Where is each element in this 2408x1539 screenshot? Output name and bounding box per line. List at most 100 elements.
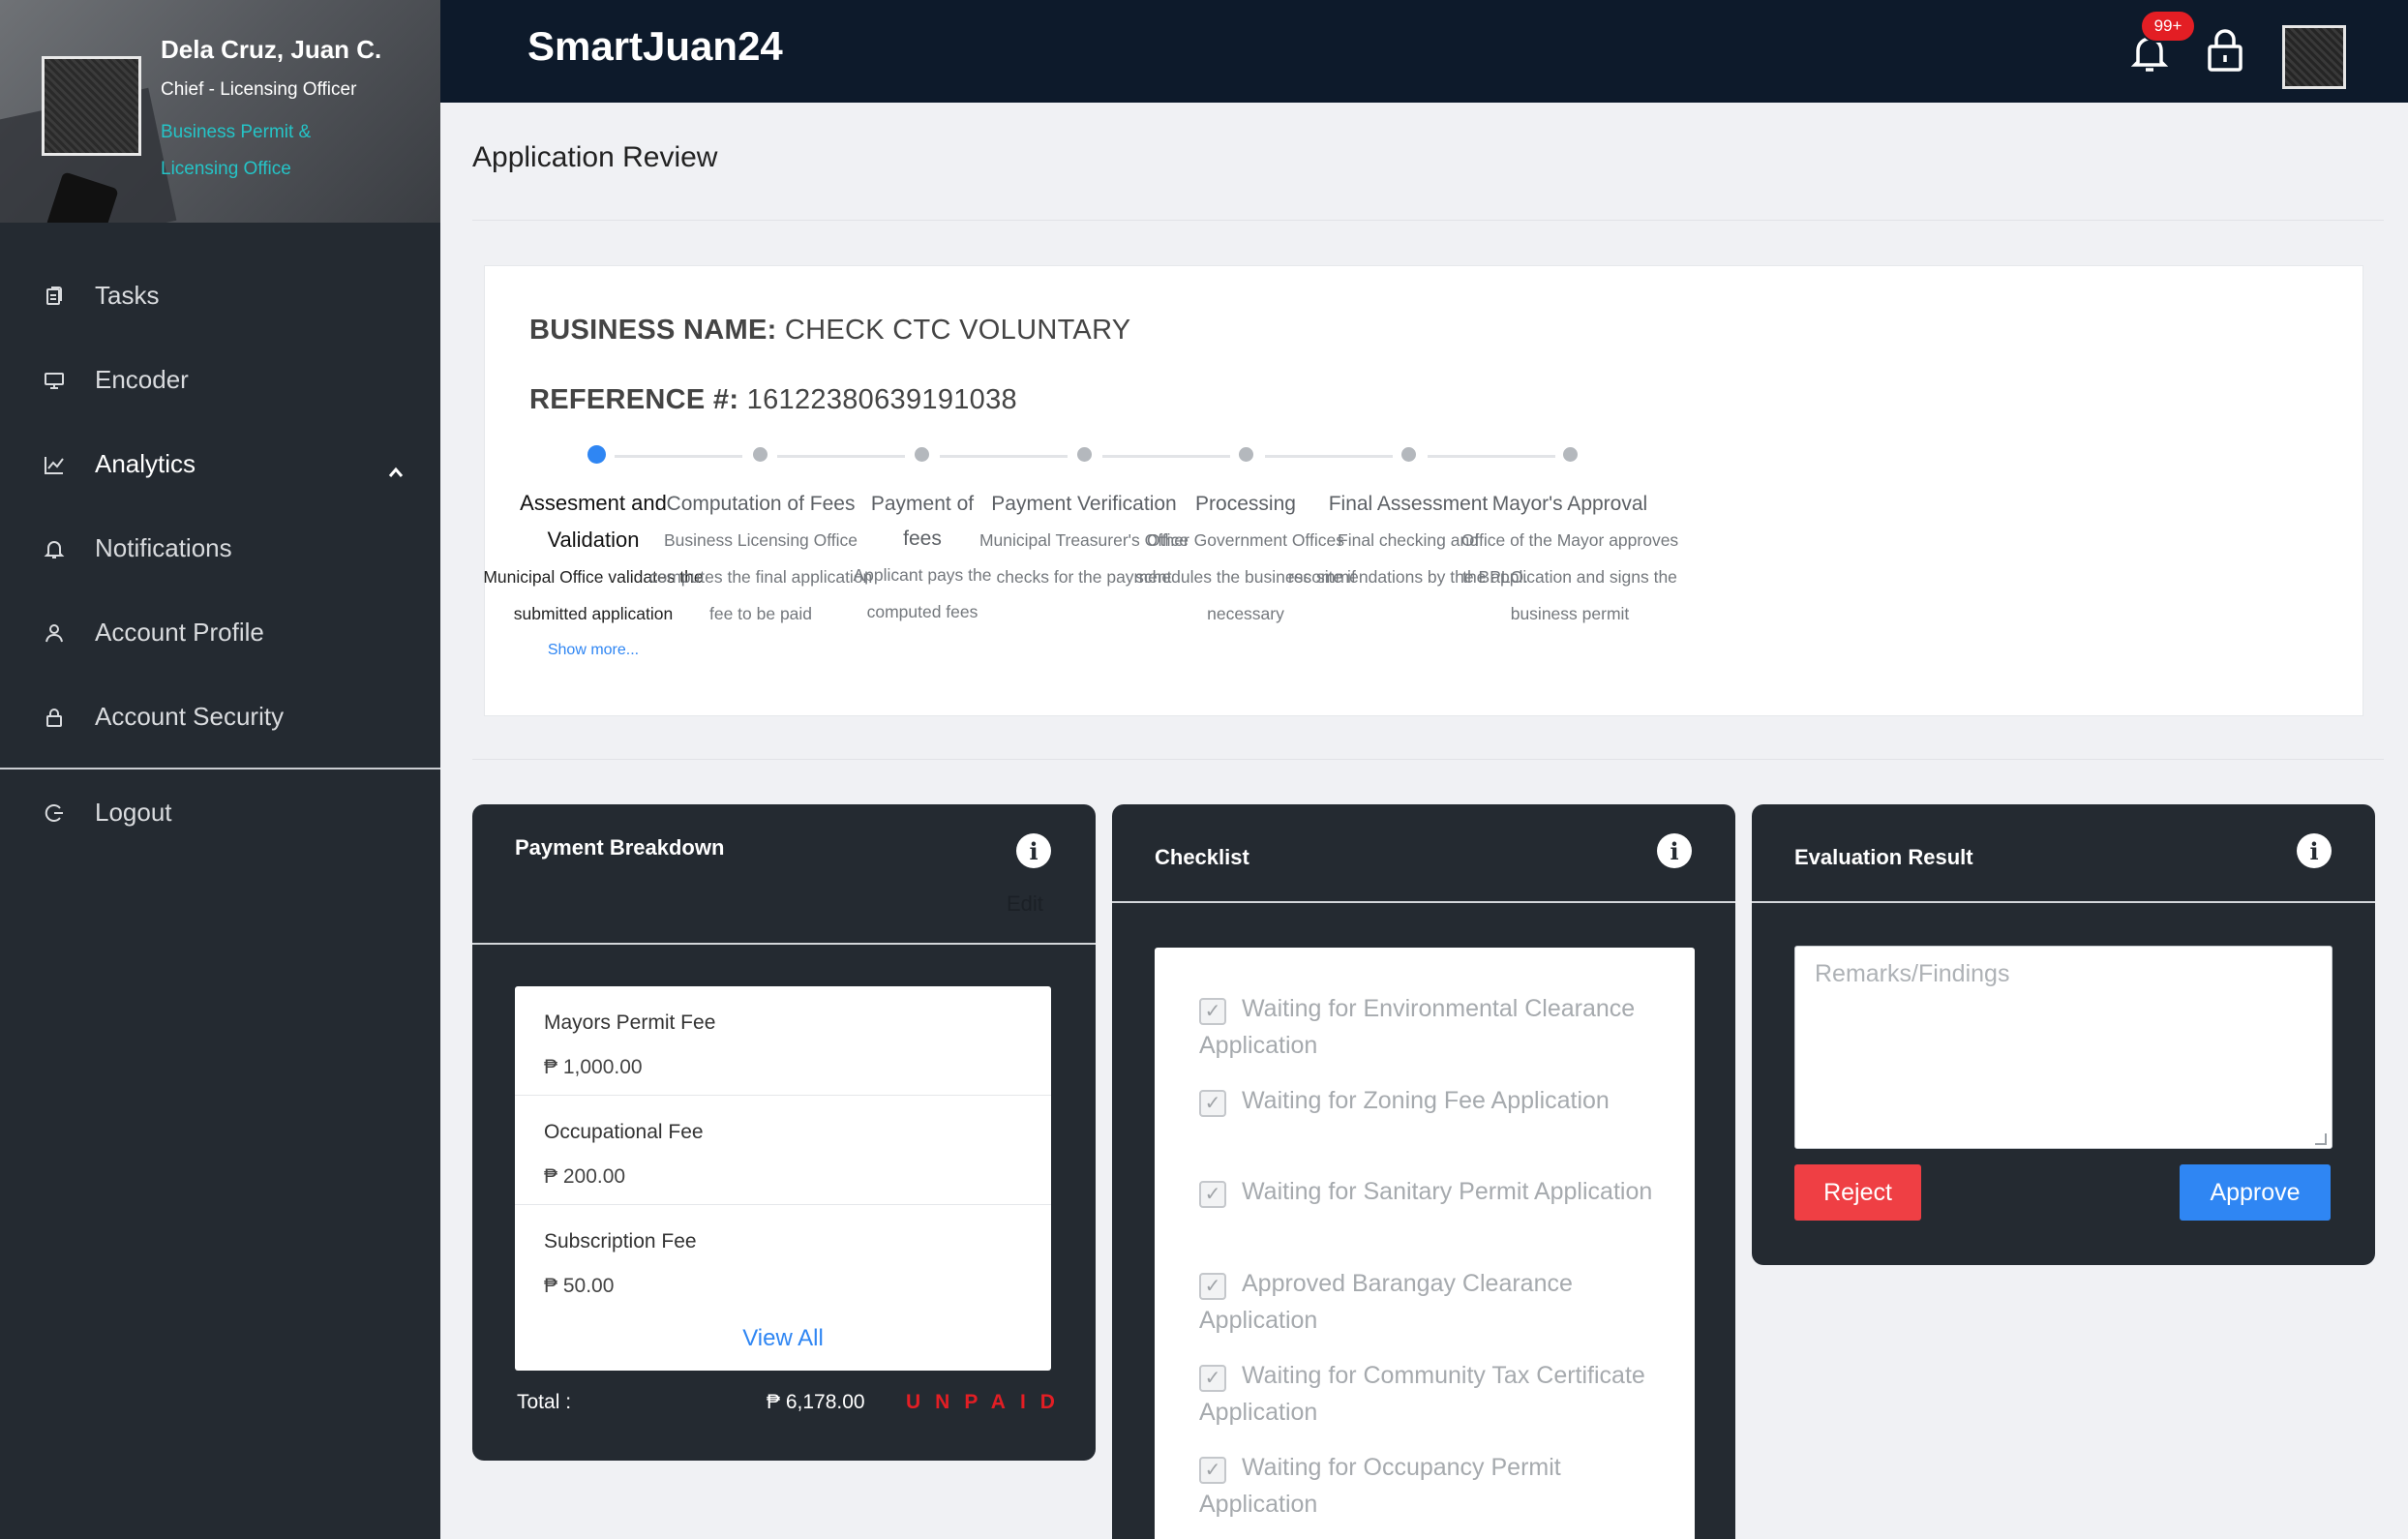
sidebar-item-encoder[interactable]: Encoder xyxy=(0,338,440,422)
checklist-item[interactable]: ✓ Approved Barangay Clearance Applicatio… xyxy=(1199,1265,1664,1339)
checkbox-checked-icon[interactable]: ✓ xyxy=(1199,998,1226,1025)
checkbox-checked-icon[interactable]: ✓ xyxy=(1199,1457,1226,1484)
sidebar-item-tasks[interactable]: Tasks xyxy=(0,254,440,338)
reference-label: REFERENCE #: xyxy=(529,384,739,415)
step-dot-4[interactable] xyxy=(1077,447,1092,462)
divider xyxy=(472,220,2384,221)
step-dot-1[interactable] xyxy=(587,445,606,464)
user-icon xyxy=(43,621,66,645)
fee-amount: ₱ 50.00 xyxy=(544,1275,615,1297)
logout-icon xyxy=(43,801,66,825)
line-chart-icon xyxy=(43,453,66,476)
fee-item: Subscription Fee ₱ 50.00 xyxy=(515,1205,1051,1314)
stepper-line xyxy=(1265,455,1393,458)
sidebar-nav: Tasks Encoder Analytics Notifications Ac… xyxy=(0,254,440,759)
edit-link[interactable]: Edit xyxy=(1007,891,1043,917)
sidebar-item-label: Account Profile xyxy=(95,618,264,647)
divider xyxy=(472,759,2384,760)
page-title: Application Review xyxy=(472,141,718,173)
sidebar-item-logout[interactable]: Logout xyxy=(0,770,440,855)
panel-divider xyxy=(1112,901,1735,903)
sidebar-item-analytics[interactable]: Analytics xyxy=(0,422,440,506)
total-label: Total : xyxy=(517,1391,572,1413)
sidebar-item-label: Logout xyxy=(95,798,172,827)
business-name: BUSINESS NAME: CHECK CTC VOLUNTARY xyxy=(529,315,1130,347)
remarks-textarea[interactable] xyxy=(1794,946,2333,1149)
checklist-item-label: Waiting for Sanitary Permit Application xyxy=(1242,1178,1653,1205)
checklist-item-label: Waiting for Zoning Fee Application xyxy=(1242,1087,1610,1114)
fee-name: Mayors Permit Fee xyxy=(544,1011,716,1034)
panel-title: Payment Breakdown xyxy=(515,835,725,860)
checkbox-checked-icon[interactable]: ✓ xyxy=(1199,1273,1226,1300)
step-mayors-approval: Mayor's Approval Office of the Mayor app… xyxy=(1449,487,1691,632)
profile-office-line2: Licensing Office xyxy=(161,159,291,179)
sidebar-item-label: Encoder xyxy=(95,365,189,394)
view-all-link[interactable]: View All xyxy=(515,1325,1051,1352)
info-icon[interactable]: i xyxy=(2297,833,2332,868)
checklist-item[interactable]: ✓ Waiting for Occupancy Permit Applicati… xyxy=(1199,1449,1664,1523)
sidebar-divider xyxy=(0,768,440,770)
fee-name: Subscription Fee xyxy=(544,1230,697,1252)
step-dot-5[interactable] xyxy=(1239,447,1253,462)
fee-item: Occupational Fee ₱ 200.00 xyxy=(515,1096,1051,1205)
step-dot-7[interactable] xyxy=(1563,447,1578,462)
top-bar: SmartJuan24 99+ xyxy=(440,0,2408,103)
business-name-value: CHECK CTC VOLUNTARY xyxy=(784,315,1131,346)
info-icon[interactable]: i xyxy=(1016,833,1051,868)
checklist-item-label: Approved Barangay Clearance Application xyxy=(1199,1270,1573,1334)
notification-badge: 99+ xyxy=(2140,10,2196,43)
user-avatar[interactable] xyxy=(2282,25,2346,89)
evaluation-result-panel: Evaluation Result i Reject Approve xyxy=(1752,804,2375,1265)
reference-value: 16122380639191038 xyxy=(746,384,1017,415)
checkbox-checked-icon[interactable]: ✓ xyxy=(1199,1090,1226,1117)
clipboard-icon xyxy=(43,285,66,308)
sidebar-item-label: Notifications xyxy=(95,533,232,562)
bell-icon xyxy=(43,537,66,560)
sidebar-item-account-security[interactable]: Account Security xyxy=(0,675,440,759)
approve-button[interactable]: Approve xyxy=(2180,1164,2331,1221)
reject-button[interactable]: Reject xyxy=(1794,1164,1921,1221)
reference-number: REFERENCE #: 16122380639191038 xyxy=(529,384,1017,416)
panel-title: Checklist xyxy=(1155,845,1249,869)
checklist-item[interactable]: ✓ Waiting for Zoning Fee Application xyxy=(1199,1082,1664,1119)
stepper-line xyxy=(1102,455,1230,458)
checklist-item[interactable]: ✓ Waiting for Community Tax Certificate … xyxy=(1199,1357,1664,1431)
step-dot-2[interactable] xyxy=(753,447,768,462)
stepper-line xyxy=(940,455,1068,458)
step-dot-6[interactable] xyxy=(1401,447,1416,462)
lock-icon[interactable] xyxy=(2204,27,2246,74)
checklist-item[interactable]: ✓ Waiting for Sanitary Permit Applicatio… xyxy=(1199,1173,1664,1210)
resize-handle-icon[interactable] xyxy=(2315,1133,2327,1145)
step-dot-3[interactable] xyxy=(915,447,929,462)
total-amount: ₱ 6,178.00 xyxy=(767,1391,865,1413)
monitor-icon xyxy=(43,369,66,392)
checklist: ✓ Waiting for Environmental Clearance Ap… xyxy=(1155,948,1695,1539)
sidebar-item-notifications[interactable]: Notifications xyxy=(0,506,440,590)
panel-divider xyxy=(472,943,1096,945)
stepper-line xyxy=(615,455,742,458)
show-more-link[interactable]: Show more... xyxy=(477,632,709,669)
panel-divider xyxy=(1752,901,2375,903)
info-icon[interactable]: i xyxy=(1657,833,1692,868)
profile-avatar[interactable] xyxy=(42,56,141,156)
profile-office-line1: Business Permit & xyxy=(161,122,312,142)
sidebar-item-label: Account Security xyxy=(95,702,285,731)
profile-office: Business Permit & Licensing Office xyxy=(161,114,354,188)
app-brand[interactable]: SmartJuan24 xyxy=(527,23,783,70)
chevron-up-icon[interactable] xyxy=(388,455,404,485)
checkbox-checked-icon[interactable]: ✓ xyxy=(1199,1181,1226,1208)
profile-header: Dela Cruz, Juan C. Chief - Licensing Off… xyxy=(0,0,440,223)
checklist-item[interactable]: ✓ Waiting for Environmental Clearance Ap… xyxy=(1199,990,1664,1064)
sidebar-item-account-profile[interactable]: Account Profile xyxy=(0,590,440,675)
panel-title: Evaluation Result xyxy=(1794,845,1973,869)
sidebar: Dela Cruz, Juan C. Chief - Licensing Off… xyxy=(0,0,440,1539)
step-description: Office of the Mayor approves the applica… xyxy=(1460,530,1679,623)
application-summary-card: BUSINESS NAME: CHECK CTC VOLUNTARY REFER… xyxy=(483,265,2363,716)
checklist-panel: Checklist i ✓ Waiting for Environmental … xyxy=(1112,804,1735,1539)
checkbox-checked-icon[interactable]: ✓ xyxy=(1199,1365,1226,1392)
checklist-item-label: Waiting for Occupancy Permit Application xyxy=(1199,1454,1561,1518)
business-name-label: BUSINESS NAME: xyxy=(529,315,777,346)
fee-amount: ₱ 1,000.00 xyxy=(544,1056,643,1078)
fee-list: Mayors Permit Fee ₱ 1,000.00 Occupationa… xyxy=(515,986,1051,1371)
sidebar-item-label: Analytics xyxy=(95,449,196,478)
